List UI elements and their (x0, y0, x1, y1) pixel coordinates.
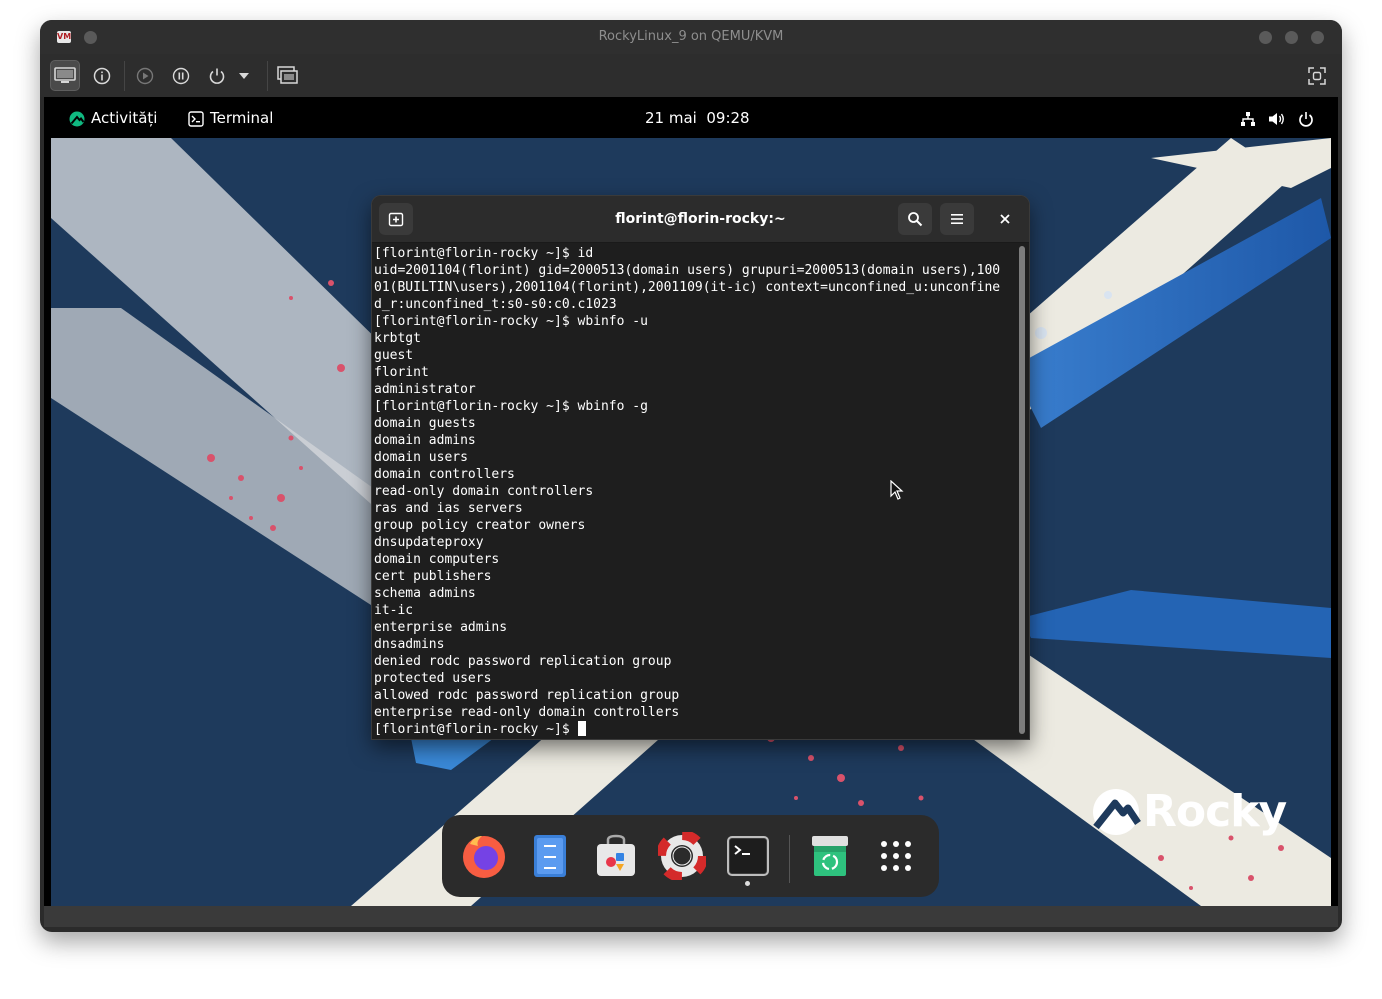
toolbar-separator (124, 61, 125, 91)
hamburger-menu-icon[interactable] (940, 203, 974, 235)
power-menu-icon[interactable] (1298, 97, 1314, 140)
terminal-small-icon (188, 110, 204, 127)
virt-manager-app-icon: VM (57, 31, 72, 43)
toolbar-separator (267, 61, 268, 91)
terminal-line: domain users (374, 450, 468, 465)
rocky-logo-mark-icon (1093, 788, 1141, 835)
pause-icon[interactable] (166, 60, 196, 91)
terminal-prompt: [florint@florin-rocky ~]$ (374, 722, 578, 737)
app-menu-label: Terminal (210, 109, 274, 127)
terminal-icon[interactable] (724, 832, 772, 880)
terminal-line: ras and ias servers (374, 501, 523, 516)
terminal-line: schema admins (374, 586, 476, 601)
minimize-button[interactable] (1259, 31, 1272, 44)
activities-label: Activități (91, 109, 158, 127)
terminal-line: protected users (374, 671, 492, 686)
running-indicator (745, 881, 750, 886)
terminal-line: domain guests (374, 416, 476, 431)
terminal-window[interactable]: florint@florin-rocky:~ [florint@florin-r… (372, 196, 1029, 739)
rocky-logo-icon (69, 111, 85, 126)
terminal-line: group policy creator owners (374, 518, 586, 533)
close-button[interactable] (1311, 31, 1324, 44)
activities-button[interactable]: Activități (69, 97, 157, 140)
terminal-line: [florint@florin-rocky ~]$ wbinfo -u (374, 314, 648, 329)
terminal-line: cert publishers (374, 569, 492, 584)
fullscreen-icon[interactable] (1302, 60, 1332, 91)
mouse-pointer-icon (890, 480, 904, 500)
terminal-line: [florint@florin-rocky ~]$ id (374, 246, 594, 261)
rocky-wordmark: Rocky (1091, 786, 1287, 837)
terminal-line: it-ic (374, 603, 414, 618)
display-icon[interactable] (50, 60, 80, 91)
terminal-line: administrator (374, 382, 476, 397)
dropdown-icon[interactable] (234, 60, 254, 91)
terminal-output[interactable]: [florint@florin-rocky ~]$ id uid=2001104(… (374, 245, 1014, 739)
terminal-header-bar[interactable]: florint@florin-rocky:~ (372, 196, 1029, 243)
maximize-button[interactable] (1285, 31, 1298, 44)
terminal-line: krbtgt (374, 331, 421, 346)
software-icon[interactable] (592, 832, 640, 880)
vm-window: VM RockyLinux_9 on QEMU/KVM Activități T… (40, 20, 1342, 932)
terminal-line: florint (374, 365, 429, 380)
volume-icon[interactable] (1268, 97, 1286, 140)
terminal-prompt-line[interactable]: [florint@florin-rocky ~]$ (374, 721, 1014, 738)
files-icon[interactable] (526, 832, 574, 880)
vm-title-bar[interactable]: VM RockyLinux_9 on QEMU/KVM (40, 20, 1342, 54)
window-title: RockyLinux_9 on QEMU/KVM (598, 29, 784, 44)
network-icon[interactable] (1240, 97, 1256, 140)
terminal-line: d_r:unconfined_t:s0-s0:c0.c1023 (374, 297, 617, 312)
guest-display[interactable]: Activități Terminal 21 mai 09:28 florint… (44, 97, 1338, 927)
terminal-scrollbar[interactable] (1019, 246, 1025, 734)
rocky-wordmark-text: Rocky (1143, 786, 1287, 837)
trash-icon[interactable] (806, 832, 854, 880)
firefox-icon[interactable] (460, 832, 508, 880)
info-icon[interactable] (87, 60, 117, 91)
terminal-line: uid=2001104(florint) gid=2000513(domain … (374, 263, 1001, 278)
help-icon[interactable] (656, 830, 708, 882)
vm-bottom-bar (44, 906, 1338, 927)
close-icon[interactable] (988, 203, 1022, 235)
terminal-line: 01(BUILTIN\users),2001104(florint),20011… (374, 280, 1001, 295)
gnome-top-bar: Activități Terminal 21 mai 09:28 (44, 97, 1338, 140)
text-cursor (577, 721, 586, 736)
play-icon[interactable] (130, 60, 160, 91)
terminal-line: read-only domain controllers (374, 484, 594, 499)
dock-separator (789, 835, 790, 883)
snapshots-icon[interactable] (273, 60, 303, 91)
clock[interactable]: 21 mai 09:28 (645, 97, 750, 140)
power-icon[interactable] (202, 60, 232, 91)
terminal-line: dnsadmins (374, 637, 445, 652)
app-menu-terminal[interactable]: Terminal (188, 97, 273, 140)
dash-dock (442, 815, 939, 897)
terminal-line: guest (374, 348, 414, 363)
desktop-wallpaper: florint@florin-rocky:~ [florint@florin-r… (51, 138, 1331, 906)
search-icon[interactable] (898, 203, 932, 235)
vm-toolbar (40, 54, 1342, 97)
terminal-line: domain computers (374, 552, 500, 567)
app-grid-icon[interactable] (872, 832, 920, 880)
terminal-line: dnsupdateproxy (374, 535, 484, 550)
terminal-line: domain admins (374, 433, 476, 448)
terminal-line: [florint@florin-rocky ~]$ wbinfo -g (374, 399, 648, 414)
terminal-line: enterprise read-only domain controllers (374, 705, 680, 720)
terminal-line: enterprise admins (374, 620, 508, 635)
terminal-line: domain controllers (374, 467, 515, 482)
window-menu-button[interactable] (84, 31, 97, 44)
clock-label: 21 mai 09:28 (645, 109, 750, 127)
terminal-line: denied rodc password replication group (374, 654, 672, 669)
terminal-line: allowed rodc password replication group (374, 688, 680, 703)
